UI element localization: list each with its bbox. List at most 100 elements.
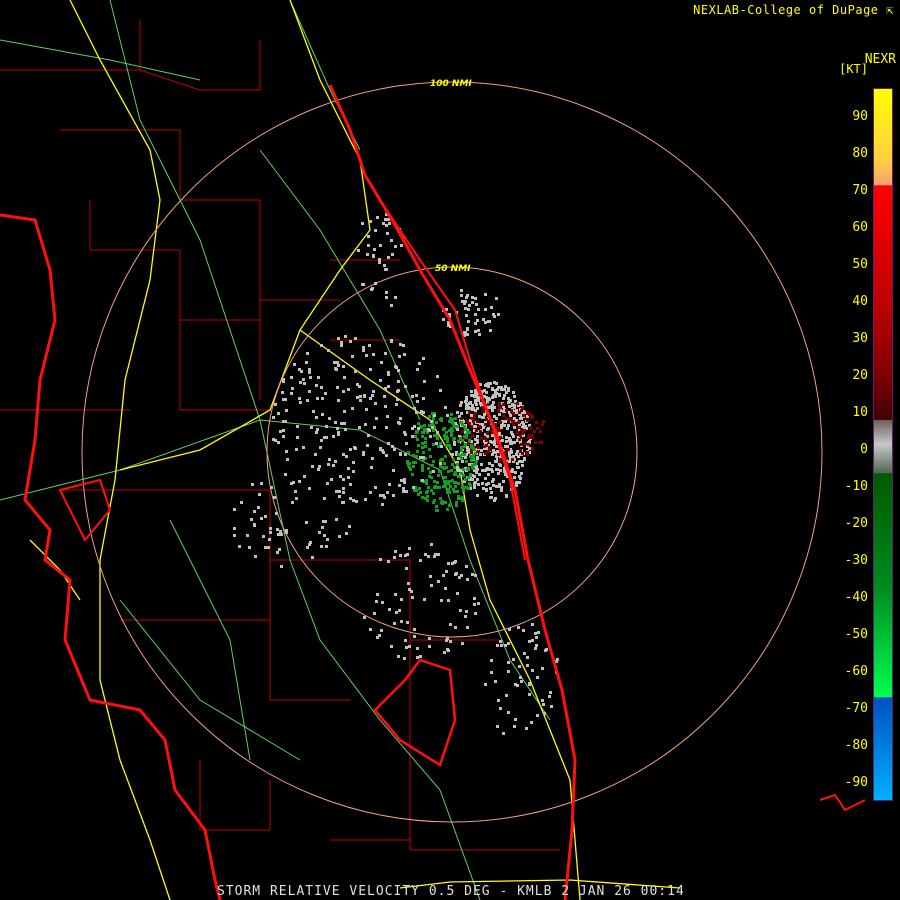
scale-tick-label: 10 bbox=[852, 405, 868, 420]
echo-pixel bbox=[496, 644, 499, 647]
echo-pixel bbox=[315, 431, 318, 434]
echo-pixel bbox=[519, 434, 522, 437]
echo-pixel bbox=[457, 453, 460, 456]
echo-pixel bbox=[518, 665, 521, 668]
echo-pixel bbox=[455, 501, 458, 504]
echo-pixel bbox=[437, 445, 440, 448]
echo-pixel bbox=[475, 466, 478, 469]
echo-pixel bbox=[392, 494, 395, 497]
echo-pixel bbox=[347, 467, 350, 470]
echo-pixel bbox=[260, 482, 263, 485]
echo-pixel bbox=[233, 527, 236, 530]
echo-pixel bbox=[264, 546, 267, 549]
echo-pixel bbox=[328, 458, 331, 461]
echo-pixel bbox=[277, 533, 280, 536]
echo-pixel bbox=[426, 499, 429, 502]
echo-pixel bbox=[503, 388, 506, 391]
echo-pixel bbox=[342, 487, 345, 490]
echo-pixel bbox=[444, 455, 447, 458]
echo-pixel bbox=[296, 425, 299, 428]
echo-pixel bbox=[511, 403, 514, 406]
echo-pixel bbox=[499, 436, 502, 439]
echo-pixel bbox=[352, 461, 355, 464]
scale-tick-label: 30 bbox=[852, 331, 868, 346]
echo-pixel bbox=[464, 615, 467, 618]
echo-pixel bbox=[541, 667, 544, 670]
echo-pixel bbox=[498, 406, 501, 409]
echo-pixel bbox=[491, 464, 494, 467]
echo-pixel bbox=[531, 434, 534, 437]
echo-pixel bbox=[292, 481, 295, 484]
echo-pixel bbox=[303, 382, 306, 385]
echo-pixel bbox=[487, 382, 490, 385]
echo-pixel bbox=[451, 479, 454, 482]
echo-pixel bbox=[388, 483, 391, 486]
echo-pixel bbox=[326, 482, 329, 485]
echo-pixel bbox=[370, 466, 373, 469]
echo-pixel bbox=[425, 491, 428, 494]
echo-pixel bbox=[445, 444, 448, 447]
echo-pixel bbox=[486, 398, 489, 401]
echo-pixel bbox=[363, 395, 366, 398]
echo-pixel bbox=[520, 428, 523, 431]
echo-pixel bbox=[520, 443, 523, 446]
echo-pixel bbox=[447, 482, 450, 485]
echo-pixel bbox=[542, 703, 545, 706]
echo-pixel bbox=[363, 616, 366, 619]
echo-pixel bbox=[473, 463, 476, 466]
echo-pixel bbox=[264, 515, 267, 518]
echo-pixel bbox=[444, 437, 447, 440]
scale-tick-label: 70 bbox=[852, 183, 868, 198]
echo-pixel bbox=[515, 481, 518, 484]
echo-pixel bbox=[509, 414, 512, 417]
echo-pixel bbox=[275, 512, 278, 515]
echo-pixel bbox=[491, 407, 494, 410]
echo-pixel bbox=[482, 416, 485, 419]
echo-pixel bbox=[406, 621, 409, 624]
echo-pixel bbox=[314, 453, 317, 456]
echo-pixel bbox=[495, 392, 498, 395]
echo-pixel bbox=[484, 477, 487, 480]
echo-pixel bbox=[428, 637, 431, 640]
echo-pixel bbox=[280, 565, 283, 568]
echo-pixel bbox=[430, 489, 433, 492]
echo-pixel bbox=[416, 400, 419, 403]
echo-pixel bbox=[338, 535, 341, 538]
echo-pixel bbox=[471, 394, 474, 397]
echo-pixel bbox=[474, 297, 477, 300]
echo-pixel bbox=[492, 401, 495, 404]
echo-pixel bbox=[278, 548, 281, 551]
echo-pixel bbox=[403, 657, 406, 660]
echo-pixel bbox=[435, 505, 438, 508]
echo-pixel bbox=[260, 517, 263, 520]
echo-pixel bbox=[430, 420, 433, 423]
echo-pixel bbox=[513, 395, 516, 398]
echo-pixel bbox=[316, 428, 319, 431]
echo-pixel bbox=[323, 497, 326, 500]
echo-pixel bbox=[467, 468, 470, 471]
echo-pixel bbox=[493, 381, 496, 384]
echo-pixel bbox=[444, 501, 447, 504]
echo-pixel bbox=[433, 499, 436, 502]
echo-pixel bbox=[452, 438, 455, 441]
echo-pixel bbox=[527, 436, 530, 439]
echo-pixel bbox=[433, 480, 436, 483]
echo-pixel bbox=[379, 558, 382, 561]
echo-pixel bbox=[450, 469, 453, 472]
echo-pixel bbox=[431, 464, 434, 467]
echo-pixel bbox=[471, 456, 474, 459]
scale-tick-label: -60 bbox=[844, 664, 868, 679]
echo-pixel bbox=[459, 609, 462, 612]
echo-pixel bbox=[473, 425, 476, 428]
echo-pixel bbox=[285, 531, 288, 534]
scale-tick-label: -20 bbox=[844, 516, 868, 531]
echo-pixel bbox=[441, 458, 444, 461]
echo-pixel bbox=[421, 442, 424, 445]
echo-pixel bbox=[282, 398, 285, 401]
echo-pixel bbox=[290, 376, 293, 379]
echo-pixel bbox=[494, 680, 497, 683]
echo-pixel bbox=[367, 235, 370, 238]
echo-pixel bbox=[402, 487, 405, 490]
echo-pixel bbox=[531, 447, 534, 450]
echo-pixel bbox=[488, 446, 491, 449]
